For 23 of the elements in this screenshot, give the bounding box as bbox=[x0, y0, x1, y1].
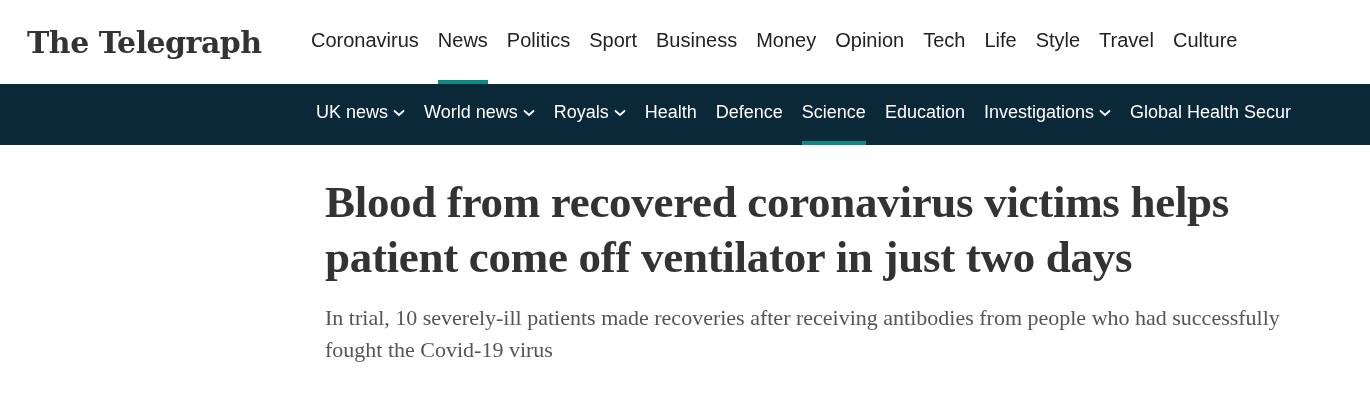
nav-link[interactable]: Culture bbox=[1172, 0, 1238, 84]
nav-link[interactable]: Opinion bbox=[835, 0, 905, 84]
section-link[interactable]: Defence bbox=[715, 84, 783, 145]
section-link[interactable]: Health bbox=[644, 84, 697, 145]
section-link[interactable]: Education bbox=[884, 84, 965, 145]
section-link[interactable]: Royals bbox=[553, 84, 626, 145]
nav-link[interactable]: Money bbox=[756, 0, 817, 84]
section-link[interactable]: Global Health Secur bbox=[1130, 84, 1292, 145]
section-link[interactable]: Science bbox=[801, 84, 866, 145]
nav-link[interactable]: Life bbox=[984, 0, 1017, 84]
article-headline: Blood from recovered coronavirus victims helps patient come off ventilator in just two days bbox=[325, 176, 1231, 284]
section-link[interactable]: Investigations bbox=[983, 84, 1112, 145]
nav-link[interactable]: Style bbox=[1035, 0, 1081, 84]
nav-link[interactable]: Tech bbox=[923, 0, 966, 84]
site-logo[interactable]: The Telegraph bbox=[27, 24, 289, 60]
nav-link[interactable]: Politics bbox=[506, 0, 571, 84]
nav-link[interactable]: Sport bbox=[589, 0, 637, 84]
nav-link[interactable]: Travel bbox=[1099, 0, 1154, 84]
nav-link[interactable]: Coronavirus bbox=[311, 0, 419, 84]
section-link[interactable]: World news bbox=[424, 84, 535, 145]
nav-link[interactable]: Business bbox=[656, 0, 738, 84]
article-standfirst: In trial, 10 severely-ill patients made recoveries after receiving antibodies from people who had successfully fought the Covid-19 virus bbox=[325, 304, 1281, 364]
section-link[interactable]: UK news bbox=[316, 84, 406, 145]
